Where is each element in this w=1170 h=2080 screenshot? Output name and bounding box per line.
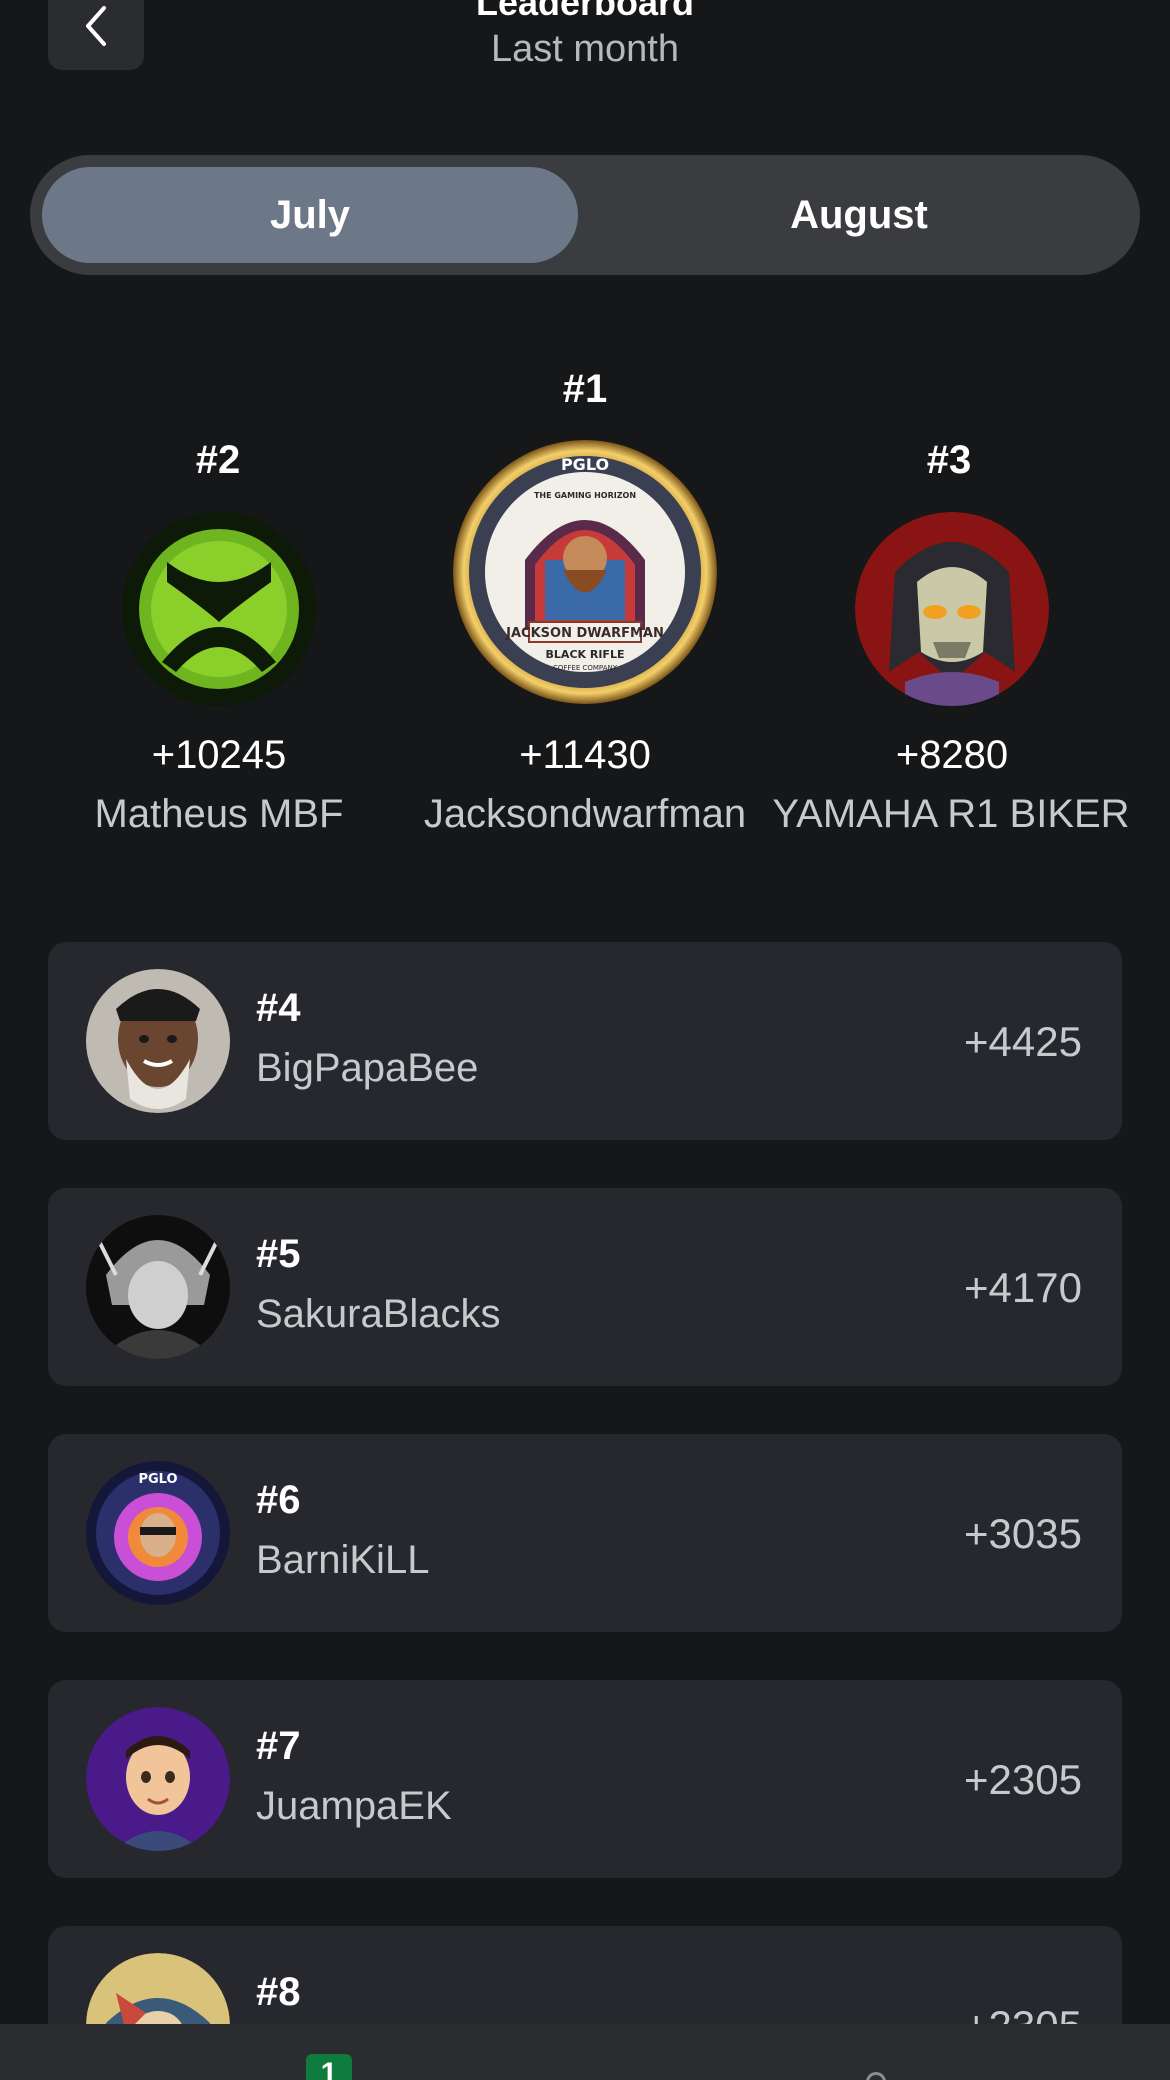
bearded-man-avatar-icon — [86, 969, 230, 1113]
gaming-horizon-emblem-icon: JACKSON DWARFMAN PGLO THE GAMING HORIZON… — [453, 440, 717, 704]
bottom-navigation: 1 — [0, 2024, 1170, 2080]
pglo-emblem-avatar-icon: PGLO — [86, 1461, 230, 1605]
avatar — [86, 1215, 230, 1359]
row-name: BigPapaBee — [256, 1046, 479, 1090]
row-rank: #7 — [256, 1724, 301, 1768]
podium-rank-third: #3 — [926, 438, 972, 482]
podium-score-second: +10245 — [151, 733, 287, 777]
row-name: JuampaEK — [256, 1784, 452, 1828]
podium-rank-second: #2 — [195, 438, 241, 482]
podium-name-second: Matheus MBF — [94, 792, 344, 836]
tab-july[interactable]: July — [42, 167, 578, 263]
row-score: +4170 — [964, 1264, 1082, 1311]
podium-score-first: +11430 — [519, 733, 651, 777]
page-title: Leaderboard — [475, 0, 695, 23]
profile-nav-icon[interactable] — [866, 2072, 886, 2080]
masked-character-avatar-icon — [855, 512, 1049, 706]
podium-name-first: Jacksondwarfman — [423, 792, 747, 836]
avatar: PGLO — [86, 1461, 230, 1605]
row-rank: #5 — [256, 1232, 301, 1276]
xbox-logo-icon — [122, 512, 316, 706]
leaderboard-row[interactable]: #4 BigPapaBee +4425 — [48, 942, 1122, 1140]
avatar — [86, 1707, 230, 1851]
podium-avatar-second[interactable] — [122, 512, 316, 706]
row-rank: #4 — [256, 986, 301, 1030]
emblem-arc-text: THE GAMING HORIZON — [534, 491, 636, 500]
row-score: +2305 — [964, 1756, 1082, 1803]
leaderboard-row[interactable]: PGLO #6 BarniKiLL +3035 — [48, 1434, 1122, 1632]
row-score: +3035 — [964, 1510, 1082, 1557]
anime-character-avatar-icon — [86, 1215, 230, 1359]
row-rank: #6 — [256, 1478, 301, 1522]
podium-rank-first: #1 — [562, 367, 608, 411]
leaderboard-row[interactable]: #7 JuampaEK +2305 — [48, 1680, 1122, 1878]
podium-avatar-third[interactable] — [855, 512, 1049, 706]
emblem-bottom2-text: COFFEE COMPANY — [553, 664, 618, 672]
avatar — [86, 969, 230, 1113]
notification-badge[interactable]: 1 — [306, 2054, 352, 2080]
emblem-banner-text: JACKSON DWARFMAN — [505, 626, 664, 641]
cartoon-avatar-icon — [86, 1707, 230, 1851]
emblem-top-text: PGLO — [561, 455, 609, 474]
row-name: SakuraBlacks — [256, 1292, 501, 1336]
period-toggle: July August — [30, 155, 1140, 275]
leaderboard-row[interactable]: #5 SakuraBlacks +4170 — [48, 1188, 1122, 1386]
row-score: +4425 — [964, 1018, 1082, 1065]
page-subtitle: Last month — [491, 28, 679, 70]
podium-name-third: YAMAHA R1 BIKER — [772, 792, 1130, 836]
row-rank: #8 — [256, 1970, 301, 2014]
svg-text:PGLO: PGLO — [138, 1472, 177, 1487]
emblem-bottom-text: BLACK RIFLE — [546, 648, 625, 661]
podium-avatar-first[interactable]: JACKSON DWARFMAN PGLO THE GAMING HORIZON… — [453, 440, 717, 704]
tab-august[interactable]: August — [590, 167, 1128, 263]
podium-score-third: +8280 — [895, 733, 1009, 777]
row-name: BarniKiLL — [256, 1538, 430, 1582]
